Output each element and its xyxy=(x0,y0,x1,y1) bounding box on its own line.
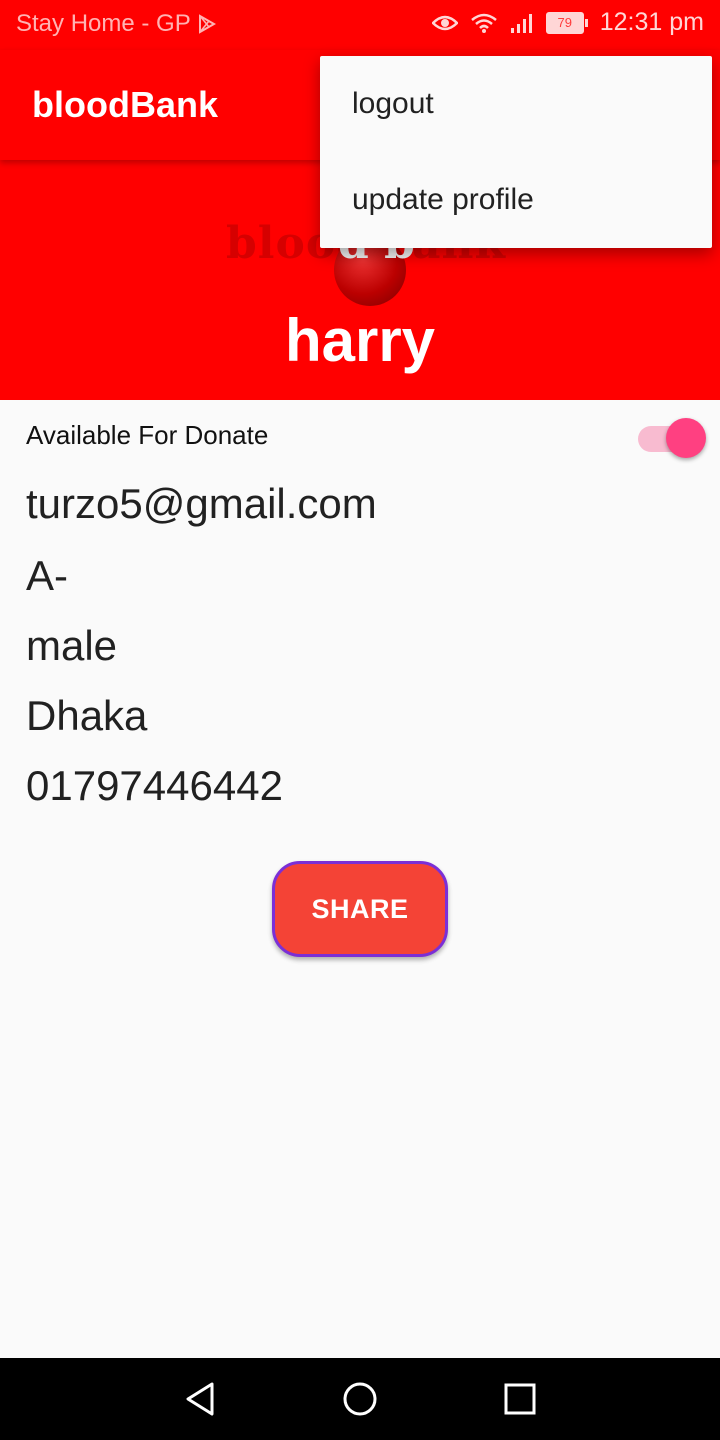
navigation-bar xyxy=(0,1358,720,1440)
gender-text: male xyxy=(26,622,118,669)
status-right: 79 12:31 pm xyxy=(431,8,704,37)
signal-icon xyxy=(510,13,532,33)
status-left: Stay Home - GP xyxy=(16,10,217,38)
phone-text: 01797446442 xyxy=(26,762,283,809)
eye-icon xyxy=(431,15,458,30)
blood-group-text: A- xyxy=(26,552,68,599)
toggle-thumb xyxy=(666,418,706,458)
screen: Stay Home - GP 79 12:31 pm bloodBank blo… xyxy=(0,0,720,1440)
profile-name: harry xyxy=(284,307,436,374)
overflow-menu: logout update profile xyxy=(320,56,712,248)
carrier-text: Stay Home - GP xyxy=(16,10,191,37)
clock-text: 12:31 pm xyxy=(599,8,704,36)
play-store-icon xyxy=(198,14,216,34)
back-icon[interactable] xyxy=(180,1379,220,1419)
donate-row: Available For Donate xyxy=(26,418,706,458)
city-text: Dhaka xyxy=(26,692,148,739)
recents-icon[interactable] xyxy=(500,1379,540,1419)
app-title: bloodBank xyxy=(32,84,218,125)
available-label: Available For Donate xyxy=(26,420,269,450)
email-text: turzo5@gmail.com xyxy=(26,480,377,527)
wifi-icon xyxy=(470,13,497,33)
share-button[interactable]: SHARE xyxy=(272,861,448,957)
home-icon[interactable] xyxy=(340,1379,380,1419)
menu-item-update-profile[interactable]: update profile xyxy=(320,152,712,248)
status-bar: Stay Home - GP 79 12:31 pm xyxy=(0,0,720,50)
menu-item-logout[interactable]: logout xyxy=(320,56,712,152)
battery-icon: 79 xyxy=(545,11,588,34)
available-toggle[interactable] xyxy=(638,418,706,458)
